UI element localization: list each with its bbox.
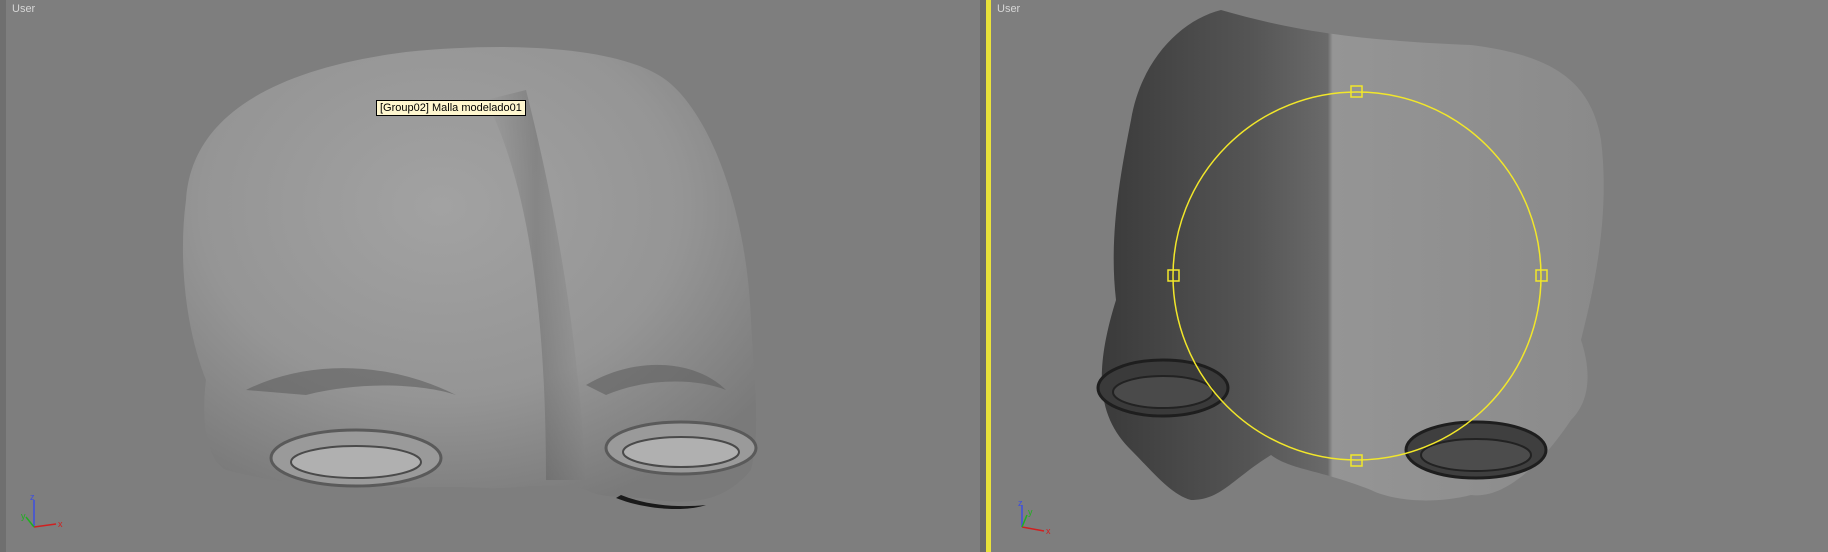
object-tooltip: [Group02] Malla modelado01: [376, 100, 526, 116]
axis-z-label: z: [1018, 498, 1023, 508]
viewport-right[interactable]: User z y x: [986, 0, 1828, 552]
axis-y-label: y: [1028, 507, 1033, 517]
mesh-render[interactable]: z y x: [6, 0, 980, 552]
mesh-render[interactable]: z y x: [991, 0, 1828, 552]
axis-tripod: z y x: [21, 492, 63, 529]
axis-tripod: z y x: [1018, 498, 1051, 536]
axis-x-label: x: [58, 519, 63, 529]
axis-z-label: z: [30, 492, 35, 502]
axis-x-label: x: [1046, 526, 1051, 536]
axis-y-label: y: [21, 511, 26, 521]
viewport-left[interactable]: User z y x [Group02] Malla modelado01: [0, 0, 980, 552]
